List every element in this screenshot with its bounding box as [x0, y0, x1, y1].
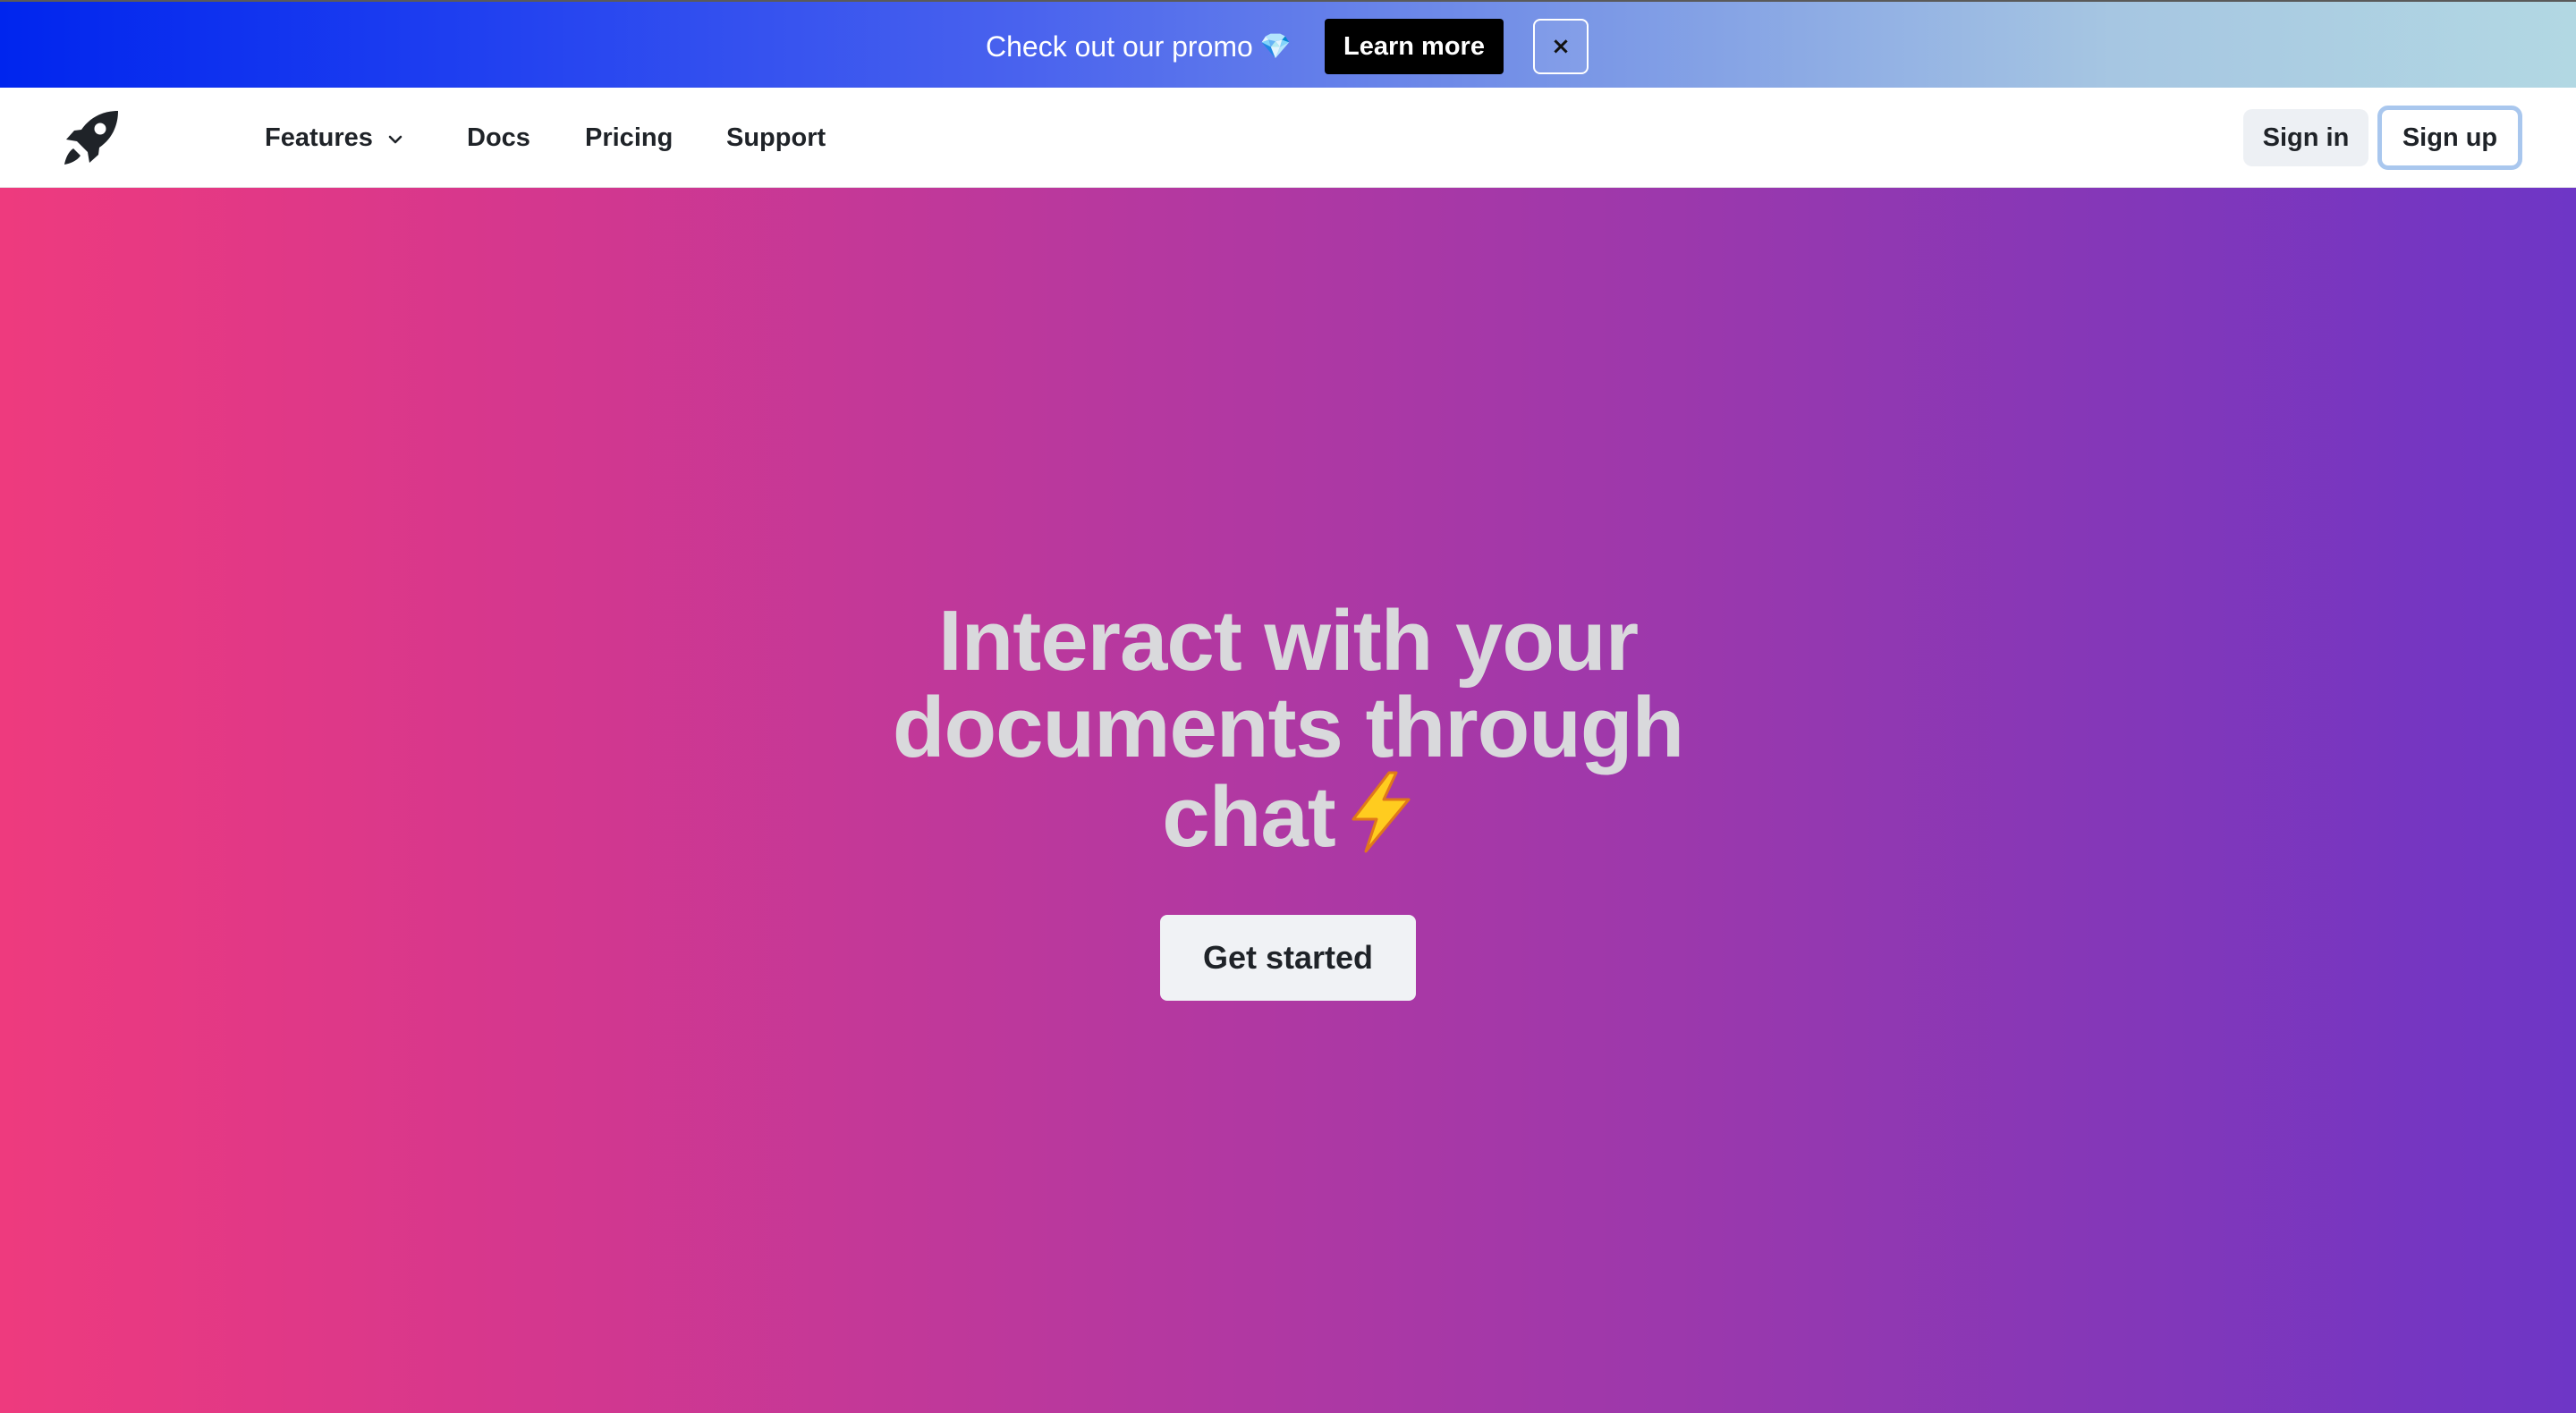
- nav-pricing-label: Pricing: [585, 123, 674, 152]
- nav-docs-label: Docs: [467, 123, 530, 152]
- get-started-button[interactable]: Get started: [1160, 915, 1416, 1001]
- hero-title-text: Interact with your documents through cha…: [892, 593, 1684, 865]
- rocket-icon[interactable]: [59, 106, 123, 170]
- lightning-icon: [1352, 771, 1411, 853]
- nav-support-label: Support: [726, 123, 826, 152]
- close-promo-button[interactable]: ×: [1533, 19, 1589, 74]
- nav-features[interactable]: Features: [265, 118, 373, 157]
- chevron-down-icon[interactable]: [386, 131, 404, 148]
- sign-in-button[interactable]: Sign in: [2243, 109, 2368, 166]
- nav-features-label: Features: [265, 123, 373, 152]
- promo-message: Check out our promo 💎: [986, 27, 1292, 66]
- nav-support[interactable]: Support: [726, 118, 826, 157]
- sign-up-button[interactable]: Sign up: [2377, 106, 2522, 170]
- hero-section: Interact with your documents through cha…: [0, 188, 2576, 1413]
- learn-more-button[interactable]: Learn more: [1325, 19, 1504, 74]
- gem-icon: 💎: [1259, 32, 1292, 60]
- nav-docs[interactable]: Docs: [467, 118, 530, 157]
- promo-banner: Check out our promo 💎 Learn more ×: [0, 0, 2576, 88]
- hero-title: Interact with your documents through cha…: [841, 597, 1735, 860]
- promo-text: Check out our promo: [986, 30, 1253, 63]
- nav-pricing[interactable]: Pricing: [585, 118, 673, 157]
- top-nav: Features Docs Pricing Support Sign in Si…: [0, 88, 2576, 188]
